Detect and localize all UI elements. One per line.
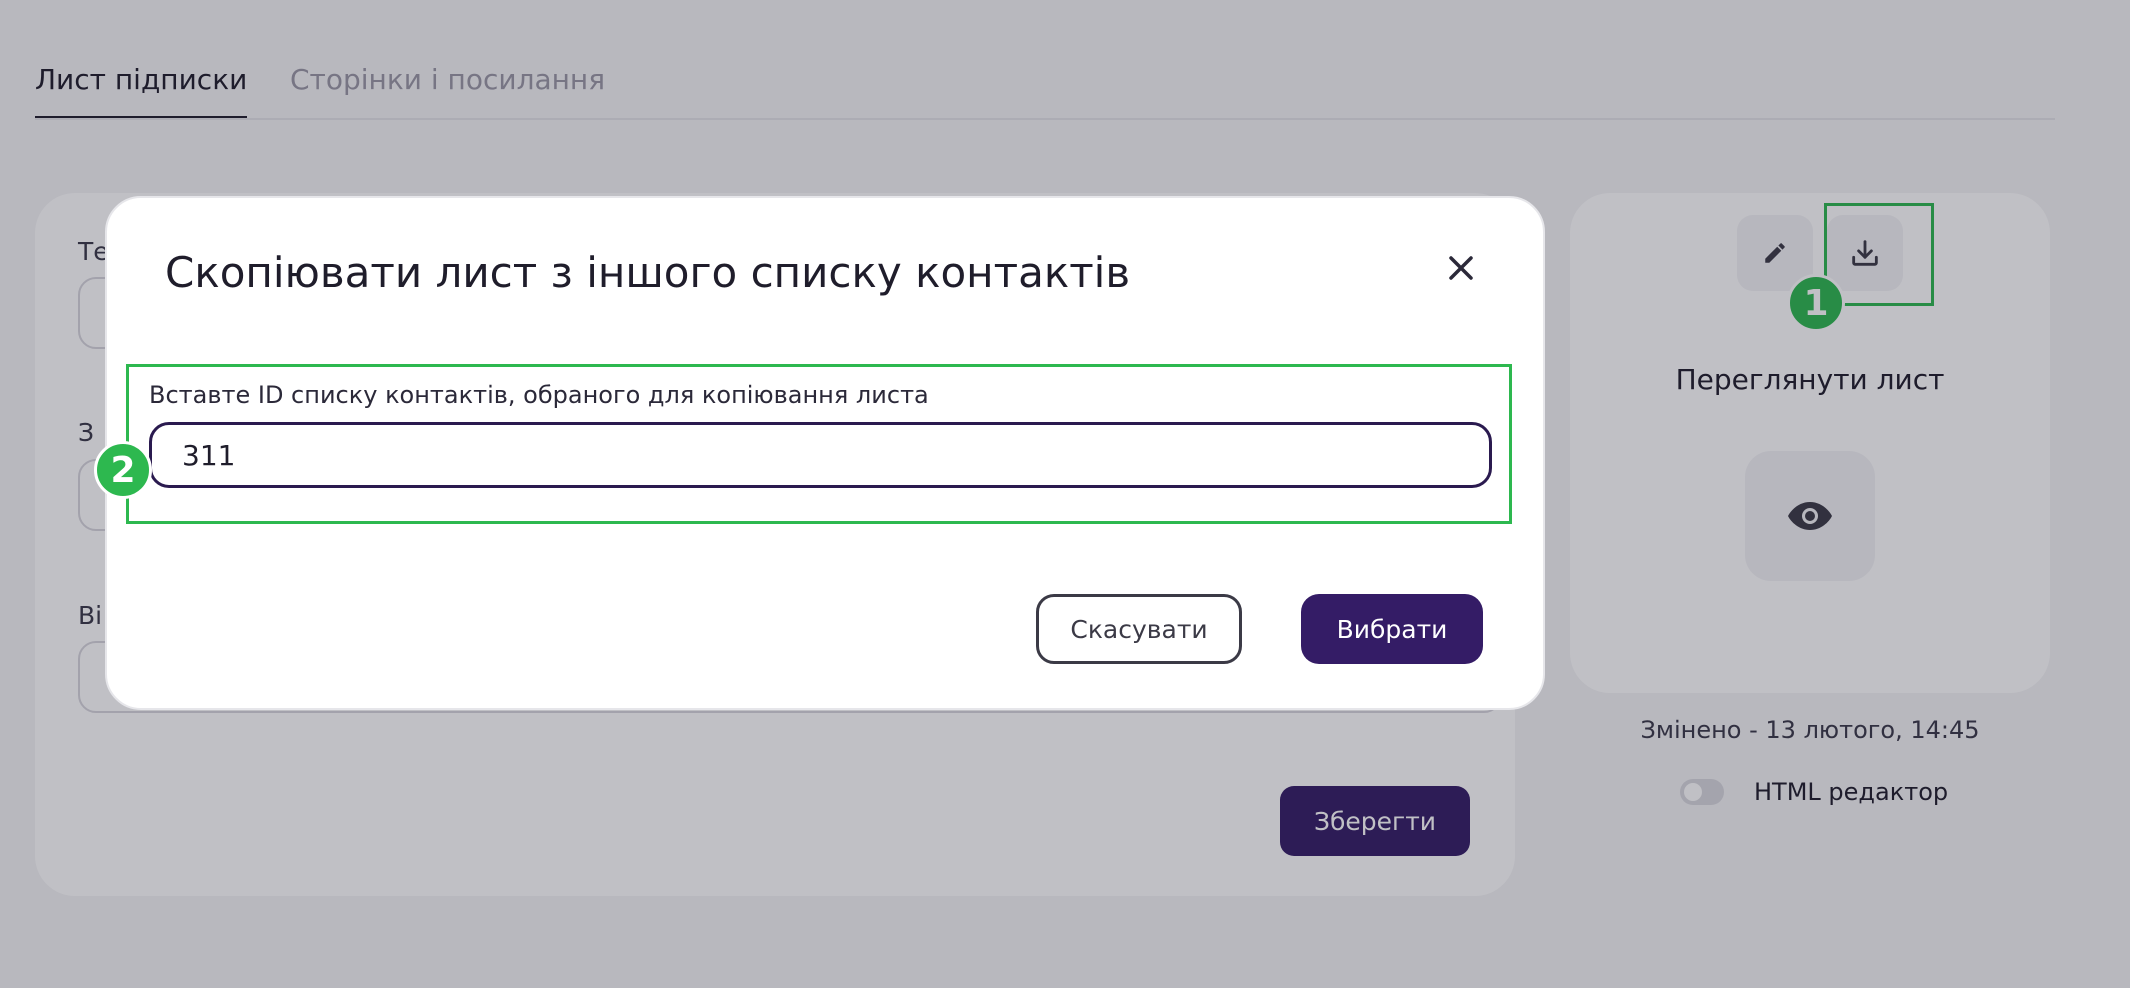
step-badge-2: 2	[94, 441, 152, 499]
highlight-box-step2	[126, 364, 1512, 524]
cancel-button[interactable]: Скасувати	[1036, 594, 1242, 664]
close-button[interactable]	[1439, 246, 1483, 290]
close-icon	[1449, 256, 1473, 280]
page: Лист підписки Сторінки і посилання Те З …	[0, 0, 2130, 988]
select-button[interactable]: Вибрати	[1301, 594, 1483, 664]
modal-title: Скопіювати лист з іншого списку контакті…	[165, 248, 1131, 297]
